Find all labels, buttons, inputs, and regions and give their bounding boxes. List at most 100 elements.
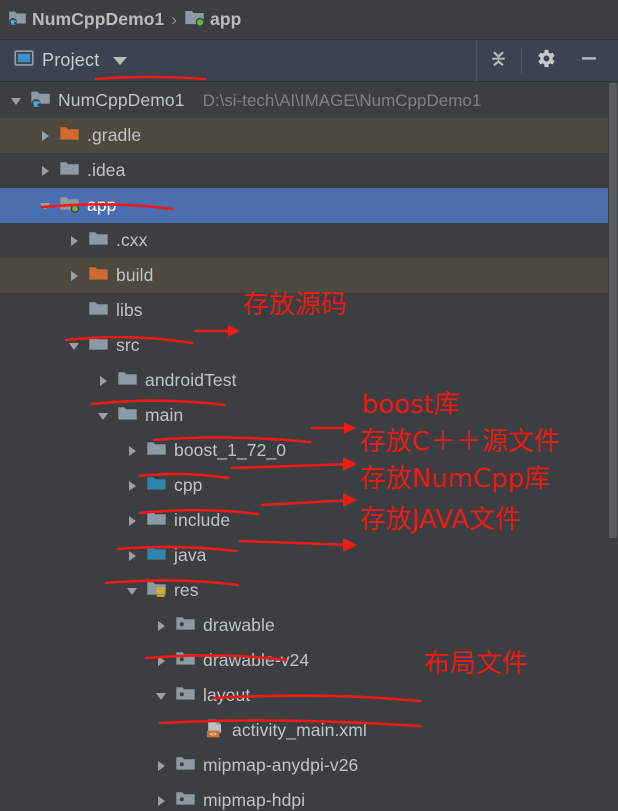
chevron-right-icon[interactable]	[96, 373, 112, 389]
chevron-right-icon[interactable]	[67, 233, 83, 249]
folder-teal-icon	[147, 476, 166, 490]
breadcrumb: NumCppDemo1 › app	[0, 0, 618, 40]
breadcrumb-item-app[interactable]: app	[184, 7, 241, 33]
folder-resource-icon	[175, 683, 196, 709]
tree-row-drawable[interactable]: drawable	[0, 608, 618, 643]
tree-row-boost_1_72_0[interactable]: boost_1_72_0	[0, 433, 618, 468]
tree-row-label: main	[145, 405, 184, 425]
tree-row-src[interactable]: src	[0, 328, 618, 363]
chevron-right-icon[interactable]	[125, 513, 141, 529]
hide-button[interactable]	[568, 40, 610, 82]
chevron-down-icon[interactable]	[125, 583, 141, 599]
chevron-right-icon[interactable]	[125, 478, 141, 494]
toolbar-actions	[477, 40, 618, 82]
folder-gray-icon	[117, 403, 138, 429]
tree-row-label: cpp	[174, 475, 203, 495]
tree-row-label: NumCppDemo1	[58, 90, 185, 110]
folder-gray-icon	[118, 371, 137, 385]
folder-teal-icon	[147, 546, 166, 560]
tree-row-main[interactable]: main	[0, 398, 618, 433]
settings-button[interactable]	[524, 40, 566, 82]
scrollbar-thumb[interactable]	[609, 83, 617, 538]
tree-row-activity_main.xml[interactable]: <> activity_main.xml	[0, 713, 618, 748]
folder-gray-icon	[88, 228, 109, 254]
svg-text:<>: <>	[210, 730, 218, 737]
folder-resource-icon	[176, 791, 195, 805]
chevron-right-icon[interactable]	[154, 618, 170, 634]
tree-row-res[interactable]: res	[0, 573, 618, 608]
folder-resource-icon	[176, 686, 195, 700]
tree-row-label: .idea	[87, 160, 126, 180]
folder-res-icon	[146, 578, 167, 604]
tree-row-drawable-v24[interactable]: drawable-v24	[0, 643, 618, 678]
collapse-all-button[interactable]	[477, 40, 519, 82]
tree-row-label: androidTest	[145, 370, 237, 390]
tree-row-label: mipmap-anydpi-v26	[203, 755, 359, 775]
tree-row-.gradle[interactable]: .gradle	[0, 118, 618, 153]
chevron-down-icon[interactable]	[38, 198, 54, 214]
tree-row-mipmap-hdpi[interactable]: mipmap-hdpi	[0, 783, 618, 811]
folder-gray-icon	[147, 441, 166, 455]
chevron-down-icon[interactable]	[67, 338, 83, 354]
chevron-down-icon[interactable]	[9, 93, 25, 109]
tree-row-build[interactable]: build	[0, 258, 618, 293]
tree-row-label: drawable	[203, 615, 275, 635]
folder-gray-icon	[59, 158, 80, 184]
breadcrumb-label: NumCppDemo1	[32, 9, 165, 29]
tree-row-label: include	[174, 510, 231, 530]
tree-row-app[interactable]: app	[0, 188, 618, 223]
tree-row-mipmap-anydpi-v26[interactable]: mipmap-anydpi-v26	[0, 748, 618, 783]
folder-orange-icon	[60, 126, 79, 140]
chevron-right-icon[interactable]	[154, 793, 170, 809]
module-java-icon	[8, 8, 27, 32]
chevron-down-icon[interactable]	[113, 56, 128, 65]
folder-gray-icon	[88, 298, 109, 324]
chevron-right-icon[interactable]	[67, 268, 83, 284]
chevron-down-icon[interactable]	[154, 688, 170, 704]
folder-orange-icon	[59, 123, 80, 149]
vertical-scrollbar[interactable]	[608, 83, 618, 811]
tree-row-.idea[interactable]: .idea	[0, 153, 618, 188]
folder-orange-icon	[89, 266, 108, 280]
folder-gray-icon	[147, 511, 166, 525]
folder-resource-icon	[176, 616, 195, 630]
chevron-right-icon[interactable]	[38, 128, 54, 144]
project-tree[interactable]: NumCppDemo1 D:\si-tech\AI\IMAGE\NumCppDem…	[0, 83, 618, 811]
chevron-right-icon[interactable]	[125, 548, 141, 564]
tree-row-label: activity_main.xml	[232, 720, 367, 740]
folder-module-java-icon	[30, 88, 51, 114]
tree-row-include[interactable]: include	[0, 503, 618, 538]
chevron-right-icon[interactable]	[38, 163, 54, 179]
folder-res-icon	[147, 581, 166, 597]
project-view-label: Project	[42, 50, 100, 70]
folder-teal-icon	[146, 543, 167, 569]
folder-module-app-icon	[60, 196, 80, 213]
tree-row-label: mipmap-hdpi	[203, 790, 306, 810]
tree-row-label: .gradle	[87, 125, 142, 145]
folder-resource-icon	[175, 648, 196, 674]
folder-resource-icon	[176, 756, 195, 770]
tree-row-layout[interactable]: layout	[0, 678, 618, 713]
folder-resource-icon	[176, 651, 195, 665]
chevron-down-icon[interactable]	[96, 408, 112, 424]
tree-row-java[interactable]: java	[0, 538, 618, 573]
file-xml-icon: <>	[204, 718, 225, 744]
tree-row-label: layout	[203, 685, 251, 705]
project-view-selector[interactable]: Project	[0, 48, 128, 73]
folder-gray-icon	[146, 508, 167, 534]
tree-row-androidTest[interactable]: androidTest	[0, 363, 618, 398]
tree-row-.cxx[interactable]: .cxx	[0, 223, 618, 258]
tree-row-cpp[interactable]: cpp	[0, 468, 618, 503]
chevron-right-icon[interactable]	[154, 758, 170, 774]
tree-row-label: java	[174, 545, 207, 565]
chevron-right-icon[interactable]	[125, 443, 141, 459]
tree-row-libs[interactable]: libs	[0, 293, 618, 328]
tree-row-NumCppDemo1[interactable]: NumCppDemo1 D:\si-tech\AI\IMAGE\NumCppDem…	[0, 83, 618, 118]
tree-row-label: .cxx	[116, 230, 148, 250]
folder-gray-icon	[118, 406, 137, 420]
breadcrumb-item-project[interactable]: NumCppDemo1	[8, 8, 164, 32]
chevron-right-icon[interactable]	[154, 653, 170, 669]
folder-resource-icon	[175, 753, 196, 779]
